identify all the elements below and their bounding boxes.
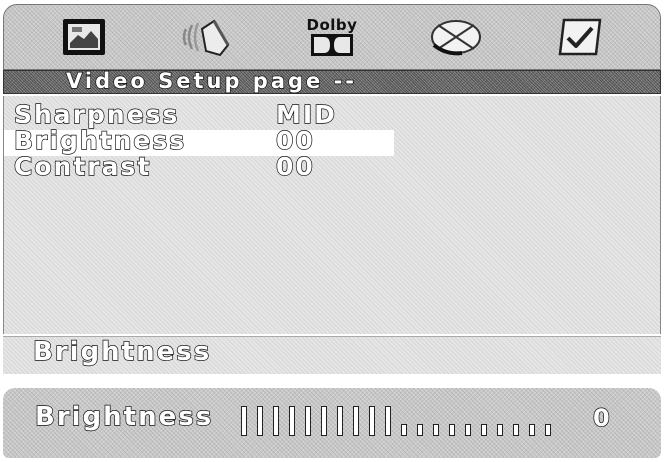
level-value: 0 xyxy=(592,403,610,432)
slider-tick-filled xyxy=(385,406,391,436)
setting-description: Brightness xyxy=(3,336,661,374)
slider-tick-empty xyxy=(417,424,423,436)
dolby-icon xyxy=(310,34,353,56)
dvd-setup-screen: Dolby Video Setup page -- Sharpness MID … xyxy=(0,0,664,462)
brightness-slider[interactable] xyxy=(241,406,561,436)
setting-label: Sharpness xyxy=(13,99,180,129)
slider-tick-empty xyxy=(465,424,471,436)
tab-general-setup[interactable] xyxy=(54,11,114,63)
level-label: Brightness xyxy=(34,401,214,432)
slider-tick-empty xyxy=(545,424,551,436)
page-header: Video Setup page -- xyxy=(3,68,661,94)
slider-tick-filled xyxy=(305,406,311,436)
checklist-icon xyxy=(558,18,602,56)
slider-tick-empty xyxy=(449,424,455,436)
slider-tick-empty xyxy=(481,424,487,436)
tab-preference-setup[interactable] xyxy=(550,11,610,63)
level-adjust-bar: Brightness 0 xyxy=(3,388,661,458)
slider-tick-filled xyxy=(321,406,327,436)
setting-value: 00 xyxy=(275,125,315,155)
slider-tick-filled xyxy=(369,406,375,436)
setting-label: Contrast xyxy=(13,151,152,181)
slider-tick-filled xyxy=(257,406,263,436)
speaker-icon xyxy=(182,19,230,57)
setting-label: Brightness xyxy=(13,125,187,155)
slider-tick-filled xyxy=(241,406,247,436)
settings-panel: Sharpness MID Brightness 00 Contrast 00 xyxy=(3,96,661,334)
setting-row-contrast[interactable]: Contrast 00 xyxy=(4,151,394,182)
slider-tick-empty xyxy=(497,424,503,436)
tv-screen-icon xyxy=(63,19,105,55)
slider-tick-empty xyxy=(529,424,535,436)
slider-tick-empty xyxy=(513,424,519,436)
dolby-label: Dolby xyxy=(306,16,358,34)
tab-dolby-setup[interactable]: Dolby xyxy=(302,11,362,63)
description-text: Brightness xyxy=(32,336,212,367)
tab-audio-setup[interactable] xyxy=(178,11,238,63)
slider-tick-filled xyxy=(273,406,279,436)
setting-value: 00 xyxy=(275,151,315,181)
slider-tick-empty xyxy=(401,424,407,436)
slider-tick-filled xyxy=(289,406,295,436)
tab-video-setup[interactable] xyxy=(426,11,486,63)
setting-value: MID xyxy=(275,99,337,129)
slider-tick-empty xyxy=(433,424,439,436)
slider-tick-filled xyxy=(353,406,359,436)
slider-tick-filled xyxy=(337,406,343,436)
disc-icon xyxy=(431,20,481,56)
page-title: Video Setup page -- xyxy=(65,68,358,93)
setup-tab-bar: Dolby xyxy=(3,4,661,70)
